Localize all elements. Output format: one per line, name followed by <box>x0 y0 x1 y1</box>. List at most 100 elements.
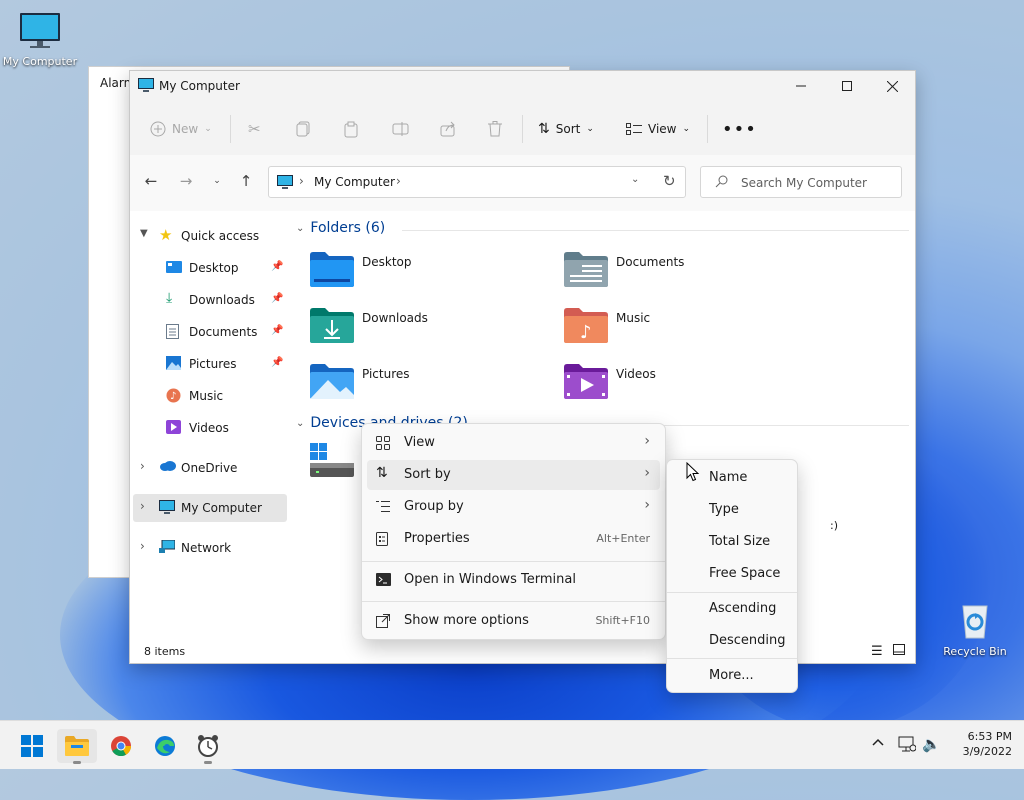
sidebar-item-onedrive[interactable]: › OneDrive <box>130 454 290 482</box>
refresh-icon[interactable]: ↻ <box>663 172 676 190</box>
cloud-icon <box>159 460 176 474</box>
grid-icon <box>376 436 390 453</box>
desktop-icon-recycle-bin[interactable]: Recycle Bin <box>935 600 1015 658</box>
menu-separator <box>667 592 797 593</box>
sidebar-item-network[interactable]: › Network <box>130 534 290 562</box>
menu-item-label: Group by <box>404 499 464 514</box>
picture-icon <box>166 356 181 373</box>
chevron-right-icon[interactable]: › <box>140 539 145 553</box>
desktop-icon-label: My Computer <box>2 55 78 68</box>
menu-item-view[interactable]: View › <box>367 428 660 458</box>
chevron-right-icon: › <box>644 497 650 513</box>
folder-documents[interactable]: Documents <box>564 251 764 297</box>
folder-videos[interactable]: Videos <box>564 363 764 409</box>
forward-button[interactable]: → <box>175 169 197 193</box>
new-label: New <box>172 122 199 136</box>
menu-item-group-by[interactable]: Group by › <box>367 492 660 522</box>
sort-button[interactable]: ⇅ Sort ⌄ <box>538 117 594 141</box>
search-box[interactable]: Search My Computer <box>700 166 902 198</box>
open-external-icon <box>376 614 390 631</box>
sidebar-item-music[interactable]: ♪ Music <box>130 382 290 410</box>
sidebar-item-videos[interactable]: Videos <box>130 414 290 442</box>
recent-locations-button[interactable]: ⌄ <box>206 169 228 193</box>
title-bar[interactable]: My Computer <box>130 71 915 103</box>
folder-music[interactable]: ♪ Music <box>564 307 764 353</box>
taskbar: 🔈 6:53 PM 3/9/2022 <box>0 720 1024 769</box>
address-bar[interactable]: › My Computer › ⌄ ↻ <box>268 166 686 198</box>
back-button[interactable]: ← <box>140 169 162 193</box>
sort-option-type[interactable]: Type <box>709 502 739 517</box>
menu-item-sort-by[interactable]: ⇅ Sort by › <box>367 460 660 490</box>
close-button[interactable] <box>869 71 915 101</box>
menu-item-open-terminal[interactable]: Open in Windows Terminal <box>367 565 660 595</box>
menu-item-label: Open in Windows Terminal <box>404 572 576 587</box>
details-view-icon[interactable]: ☰ <box>871 644 883 659</box>
address-dropdown-icon[interactable]: ⌄ <box>631 174 639 185</box>
chevron-right-icon[interactable]: › <box>140 499 145 513</box>
sort-option-total-size[interactable]: Total Size <box>709 534 770 549</box>
menu-item-properties[interactable]: Properties Alt+Enter <box>367 524 660 554</box>
sidebar-item-quick-access[interactable]: ▼ ★ Quick access <box>130 222 290 250</box>
monitor-icon <box>159 500 175 517</box>
menu-separator <box>362 561 665 562</box>
toolbar-divider <box>707 115 708 143</box>
menu-item-label: Show more options <box>404 613 529 628</box>
taskbar-chrome[interactable] <box>101 729 141 763</box>
navigation-pane: ▼ ★ Quick access Desktop 📌 ⤓ Downloads 📌… <box>130 211 290 651</box>
folder-pictures[interactable]: Pictures <box>310 363 510 409</box>
chevron-down-icon: ⌄ <box>296 417 305 429</box>
chevron-down-icon: ⌄ <box>204 124 212 134</box>
start-button[interactable] <box>12 729 52 763</box>
sidebar-item-documents[interactable]: Documents 📌 <box>130 318 290 346</box>
sort-option-ascending[interactable]: Ascending <box>709 601 776 616</box>
share-button[interactable] <box>440 117 456 141</box>
search-input[interactable]: Search My Computer <box>741 176 867 190</box>
folder-desktop[interactable]: Desktop <box>310 251 510 297</box>
copy-button[interactable] <box>296 117 310 141</box>
network-status-icon[interactable] <box>898 736 917 755</box>
taskbar-edge[interactable] <box>145 729 185 763</box>
chevron-down-icon: ⌄ <box>682 124 691 134</box>
chevron-down-icon: ⌄ <box>213 176 221 186</box>
command-bar: New ⌄ ✂ ⇅ Sort ⌄ View ⌄ ••• <box>130 103 915 156</box>
documents-folder-icon <box>564 251 608 290</box>
delete-button[interactable] <box>488 117 502 141</box>
paste-button[interactable] <box>344 117 358 141</box>
sort-option-name[interactable]: Name <box>709 470 747 485</box>
taskbar-file-explorer[interactable] <box>57 729 97 764</box>
minimize-button[interactable] <box>778 71 824 101</box>
clock-date: 3/9/2022 <box>962 745 1012 758</box>
menu-item-show-more-options[interactable]: Show more options Shift+F10 <box>367 606 660 636</box>
desktop-icon-label: Recycle Bin <box>943 645 1007 658</box>
sort-option-descending[interactable]: Descending <box>709 633 786 648</box>
folder-downloads[interactable]: Downloads <box>310 307 510 353</box>
more-options-button[interactable]: ••• <box>722 117 757 141</box>
sidebar-item-desktop[interactable]: Desktop 📌 <box>130 254 290 282</box>
folders-group-header[interactable]: ⌄ Folders (6) <box>296 220 385 236</box>
up-button[interactable]: ↑ <box>235 169 257 193</box>
sidebar-item-pictures[interactable]: Pictures 📌 <box>130 350 290 378</box>
volume-icon[interactable]: 🔈 <box>922 735 941 753</box>
running-indicator <box>73 761 81 764</box>
rename-icon <box>392 122 409 136</box>
taskbar-alarms-clock[interactable] <box>188 729 228 764</box>
sort-option-more[interactable]: More... <box>709 668 754 683</box>
system-clock[interactable]: 6:53 PM 3/9/2022 <box>950 729 1012 759</box>
windows-drive-icon <box>310 441 354 482</box>
sidebar-item-downloads[interactable]: ⤓ Downloads 📌 <box>130 286 290 314</box>
rename-button[interactable] <box>392 117 409 141</box>
chevron-right-icon[interactable]: › <box>140 459 145 473</box>
desktop-icon-my-computer[interactable]: My Computer <box>0 12 80 68</box>
sort-option-free-space[interactable]: Free Space <box>709 566 780 581</box>
tiles-view-icon[interactable] <box>893 644 905 658</box>
sidebar-item-my-computer[interactable]: › My Computer <box>133 494 287 522</box>
new-button[interactable]: New ⌄ <box>150 117 212 141</box>
view-button[interactable]: View ⌄ <box>626 117 690 141</box>
maximize-button[interactable] <box>824 71 870 101</box>
group-list-icon <box>376 500 390 516</box>
breadcrumb-my-computer[interactable]: My Computer <box>314 175 395 189</box>
cut-button[interactable]: ✂ <box>248 117 261 141</box>
recycle-bin-icon <box>962 605 988 639</box>
show-hidden-icons-chevron-icon[interactable] <box>872 735 884 749</box>
chevron-down-icon[interactable]: ▼ <box>140 228 148 239</box>
